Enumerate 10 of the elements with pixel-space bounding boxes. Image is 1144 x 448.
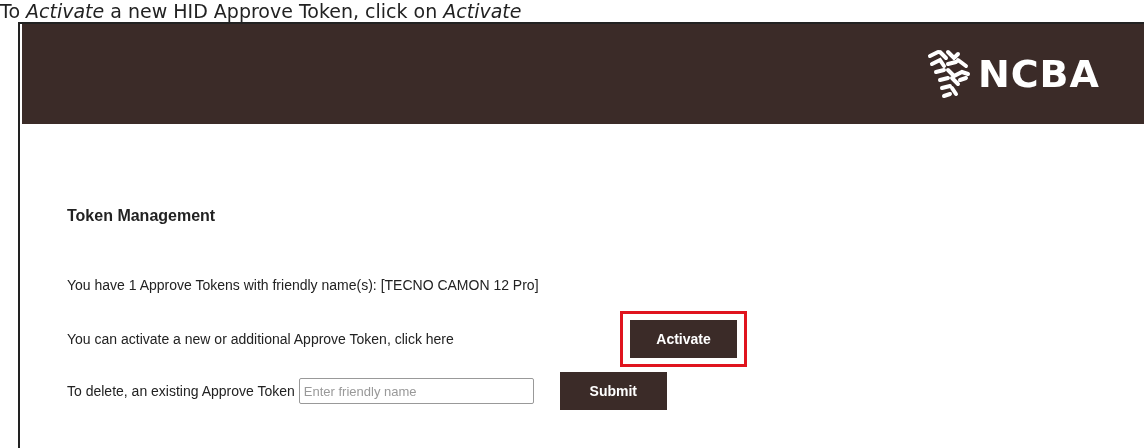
friendly-name-field[interactable]: Enter friendly name <box>298 378 534 404</box>
section-title: Token Management <box>67 207 216 225</box>
delete-label: To delete, an existing Approve Token <box>67 383 295 399</box>
logo-icon <box>925 48 972 100</box>
submit-button[interactable]: Submit <box>559 372 667 410</box>
activate-label: You can activate a new or additional Approve Token, click here <box>67 331 455 347</box>
activate-button[interactable]: Activate <box>630 320 737 358</box>
caption-text: To Activate a new HID Approve Token, click on Activate <box>0 0 523 22</box>
token-info-text: You have 1 Approve Tokens with friendly name(s): [TECNO CAMON 12 Pro] <box>67 277 540 293</box>
logo-text: NCBA <box>977 52 1100 96</box>
